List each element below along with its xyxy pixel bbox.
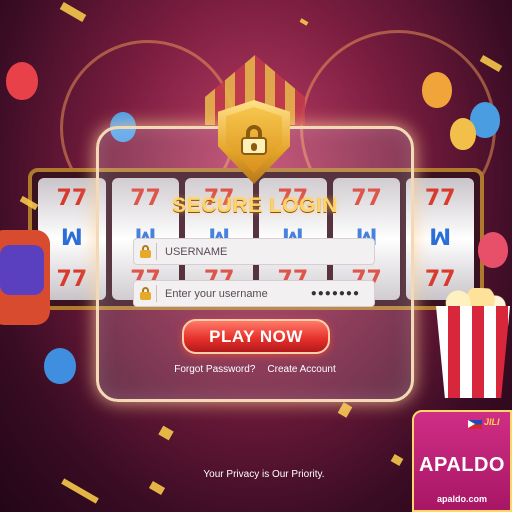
confetti [390,454,404,466]
bumper-car-seat [0,245,44,295]
balloon [6,62,38,100]
confetti [59,2,87,22]
create-account-link[interactable]: Create Account [267,364,335,375]
password-mask: ●●●●●●● [310,288,360,299]
philippines-flag-icon [468,420,482,429]
confetti [61,478,99,504]
brand-name: APALDO [419,454,505,476]
confetti [479,54,503,73]
provider-logo: JILI [484,417,500,427]
popcorn-bucket [436,306,510,398]
brand-domain: apaldo.com [436,494,487,504]
confetti [299,18,309,26]
password-field[interactable]: ●●●●●●● [133,280,375,307]
username-input[interactable] [165,245,275,258]
forgot-password-link[interactable]: Forgot Password? [174,364,255,375]
balloon [450,118,476,150]
apaldo-badge[interactable]: JILI APALDO apaldo.com [412,410,512,512]
confetti [158,425,174,441]
login-title: SECURE LOGIN [172,194,338,217]
lock-icon [134,239,156,264]
username-field[interactable] [133,238,375,265]
account-links: Forgot Password? Create Account [96,364,414,375]
balloon [44,348,76,384]
balloon [422,72,452,108]
slot-reel: 77ꟽ77 [406,178,475,300]
play-now-button[interactable]: PLAY NOW [182,319,330,354]
padlock-icon [241,125,267,155]
lock-icon [134,281,156,306]
balloon [478,232,508,268]
confetti [148,481,166,495]
password-input[interactable] [165,287,275,300]
confetti [337,402,353,418]
